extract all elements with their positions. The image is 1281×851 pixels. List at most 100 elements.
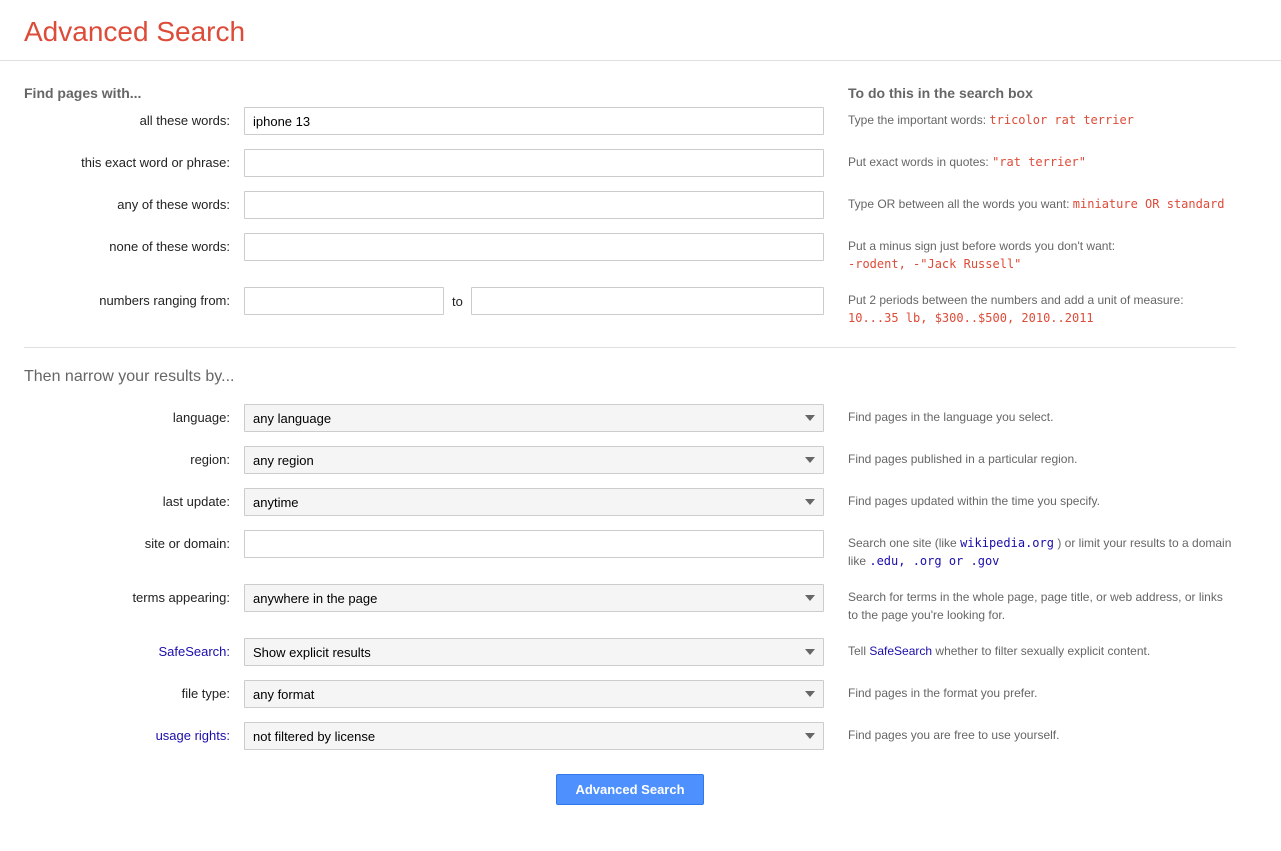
all-words-row: all these words: Type the important word… bbox=[24, 107, 1236, 135]
site-domain-info-text1: Search one site (like bbox=[848, 536, 960, 550]
filetype-info-text: Find pages in the format you prefer. bbox=[848, 686, 1037, 700]
exact-phrase-info-text: Put exact words in quotes: bbox=[848, 155, 992, 169]
region-row: region: any region Find pages published … bbox=[24, 446, 1236, 474]
language-select-wrap: any language bbox=[244, 404, 824, 432]
none-words-info: Put a minus sign just before words you d… bbox=[824, 233, 1236, 273]
page-title: Advanced Search bbox=[24, 16, 1257, 48]
narrow-title-text: Then narrow your results by... bbox=[24, 368, 234, 385]
usage-rights-info: Find pages you are free to use yourself. bbox=[824, 722, 1236, 744]
usage-rights-info-text: Find pages you are free to use yourself. bbox=[848, 728, 1059, 742]
last-update-select[interactable]: anytime bbox=[244, 488, 824, 516]
range-row: to bbox=[244, 287, 824, 315]
numbers-info: Put 2 periods between the numbers and ad… bbox=[824, 287, 1236, 327]
safesearch-row: SafeSearch: Show explicit results Tell S… bbox=[24, 638, 1236, 666]
last-update-info: Find pages updated within the time you s… bbox=[824, 488, 1236, 510]
site-domain-label: site or domain: bbox=[24, 530, 244, 551]
safesearch-select[interactable]: Show explicit results bbox=[244, 638, 824, 666]
none-words-info-text: Put a minus sign just before words you d… bbox=[848, 239, 1115, 253]
region-info-text: Find pages published in a particular reg… bbox=[848, 452, 1077, 466]
all-words-label: all these words: bbox=[24, 107, 244, 128]
exact-phrase-info: Put exact words in quotes: "rat terrier" bbox=[824, 149, 1236, 171]
any-words-example: miniature OR standard bbox=[1073, 197, 1225, 211]
none-words-input[interactable] bbox=[244, 233, 824, 261]
none-words-row: none of these words: Put a minus sign ju… bbox=[24, 233, 1236, 273]
button-row: Advanced Search bbox=[24, 774, 1236, 805]
language-select[interactable]: any language bbox=[244, 404, 824, 432]
usage-rights-select-wrap: not filtered by license bbox=[244, 722, 824, 750]
numbers-info-text: Put 2 periods between the numbers and ad… bbox=[848, 293, 1184, 307]
safesearch-select-wrap: Show explicit results bbox=[244, 638, 824, 666]
none-words-input-wrap bbox=[244, 233, 824, 261]
numbers-row: numbers ranging from: to Put 2 periods b… bbox=[24, 287, 1236, 327]
region-label: region: bbox=[24, 446, 244, 467]
site-domain-row: site or domain: Search one site (like wi… bbox=[24, 530, 1236, 570]
any-words-info-text: Type OR between all the words you want: bbox=[848, 197, 1073, 211]
filetype-row: file type: any format Find pages in the … bbox=[24, 680, 1236, 708]
all-words-info-text: Type the important words: bbox=[848, 113, 989, 127]
filetype-select[interactable]: any format bbox=[244, 680, 824, 708]
filetype-label: file type: bbox=[24, 680, 244, 701]
exact-phrase-label: this exact word or phrase: bbox=[24, 149, 244, 170]
numbers-example: 10...35 lb, $300..$500, 2010..2011 bbox=[848, 311, 1094, 325]
language-info: Find pages in the language you select. bbox=[824, 404, 1236, 426]
language-label: language: bbox=[24, 404, 244, 425]
numbers-input-wrap: to bbox=[244, 287, 824, 315]
terms-label: terms appearing: bbox=[24, 584, 244, 605]
region-info: Find pages published in a particular reg… bbox=[824, 446, 1236, 468]
any-words-label: any of these words: bbox=[24, 191, 244, 212]
exact-phrase-input[interactable] bbox=[244, 149, 824, 177]
safesearch-info-text1: Tell bbox=[848, 644, 869, 658]
to-label: to bbox=[452, 294, 463, 309]
section-headers: Find pages with... To do this in the sea… bbox=[24, 85, 1236, 101]
terms-row: terms appearing: anywhere in the page Se… bbox=[24, 584, 1236, 624]
usage-rights-row: usage rights: not filtered by license Fi… bbox=[24, 722, 1236, 750]
exact-phrase-input-wrap bbox=[244, 149, 824, 177]
safesearch-link: SafeSearch bbox=[869, 644, 932, 658]
usage-rights-label: usage rights: bbox=[24, 722, 244, 743]
language-info-text: Find pages in the language you select. bbox=[848, 410, 1053, 424]
site-domain-domains: .edu, .org or .gov bbox=[869, 554, 999, 568]
terms-select-wrap: anywhere in the page bbox=[244, 584, 824, 612]
page-header: Advanced Search bbox=[0, 0, 1281, 61]
any-words-input[interactable] bbox=[244, 191, 824, 219]
range-from-input[interactable] bbox=[244, 287, 444, 315]
exact-phrase-row: this exact word or phrase: Put exact wor… bbox=[24, 149, 1236, 177]
any-words-info: Type OR between all the words you want: … bbox=[824, 191, 1236, 213]
terms-info: Search for terms in the whole page, page… bbox=[824, 584, 1236, 624]
terms-info-text: Search for terms in the whole page, page… bbox=[848, 590, 1223, 622]
safesearch-label: SafeSearch: bbox=[24, 638, 244, 659]
all-words-info: Type the important words: tricolor rat t… bbox=[824, 107, 1236, 129]
site-domain-input-wrap bbox=[244, 530, 824, 558]
range-to-input[interactable] bbox=[471, 287, 824, 315]
none-words-label: none of these words: bbox=[24, 233, 244, 254]
all-words-input-wrap bbox=[244, 107, 824, 135]
last-update-row: last update: anytime Find pages updated … bbox=[24, 488, 1236, 516]
last-update-label: last update: bbox=[24, 488, 244, 509]
right-header: To do this in the search box bbox=[848, 85, 1033, 101]
numbers-label: numbers ranging from: bbox=[24, 287, 244, 308]
region-select[interactable]: any region bbox=[244, 446, 824, 474]
region-select-wrap: any region bbox=[244, 446, 824, 474]
filetype-select-wrap: any format bbox=[244, 680, 824, 708]
divider bbox=[24, 347, 1236, 348]
any-words-input-wrap bbox=[244, 191, 824, 219]
none-words-example: -rodent, -"Jack Russell" bbox=[848, 257, 1021, 271]
safesearch-info: Tell SafeSearch whether to filter sexual… bbox=[824, 638, 1236, 660]
language-row: language: any language Find pages in the… bbox=[24, 404, 1236, 432]
advanced-search-button[interactable]: Advanced Search bbox=[556, 774, 703, 805]
all-words-input[interactable] bbox=[244, 107, 824, 135]
exact-phrase-example: "rat terrier" bbox=[992, 155, 1086, 169]
all-words-example: tricolor rat terrier bbox=[989, 113, 1134, 127]
terms-select[interactable]: anywhere in the page bbox=[244, 584, 824, 612]
any-words-row: any of these words: Type OR between all … bbox=[24, 191, 1236, 219]
last-update-select-wrap: anytime bbox=[244, 488, 824, 516]
last-update-info-text: Find pages updated within the time you s… bbox=[848, 494, 1100, 508]
usage-rights-select[interactable]: not filtered by license bbox=[244, 722, 824, 750]
safesearch-info-text2: whether to filter sexually explicit cont… bbox=[935, 644, 1150, 658]
site-domain-example: wikipedia.org bbox=[960, 536, 1054, 550]
site-domain-info: Search one site (like wikipedia.org ) or… bbox=[824, 530, 1236, 570]
narrow-section-title: Then narrow your results by... bbox=[24, 368, 1236, 386]
site-domain-input[interactable] bbox=[244, 530, 824, 558]
filetype-info: Find pages in the format you prefer. bbox=[824, 680, 1236, 702]
main-content: Find pages with... To do this in the sea… bbox=[0, 61, 1260, 845]
